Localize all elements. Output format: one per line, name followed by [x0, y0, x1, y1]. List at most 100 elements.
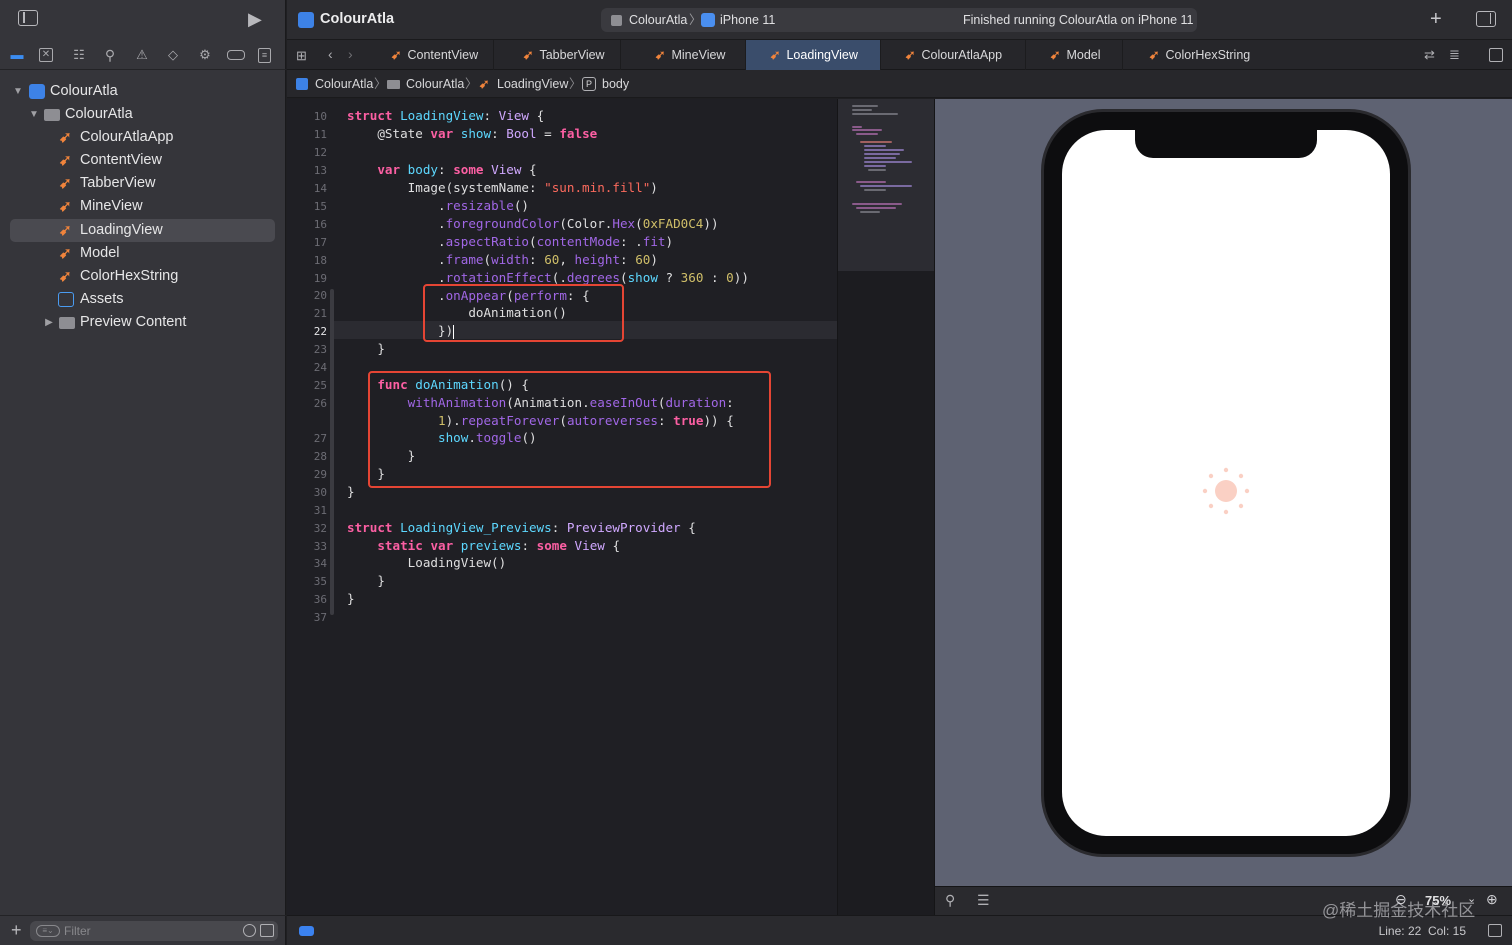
- breadcrumb-file[interactable]: LoadingView: [497, 70, 568, 98]
- grid-icon[interactable]: ⊞: [296, 48, 307, 64]
- filter-field[interactable]: ≡⌄ Filter: [30, 921, 278, 941]
- run-icon[interactable]: ▶: [248, 9, 262, 29]
- tab-colorhexstring[interactable]: ➹ ColorHexString: [1123, 40, 1273, 70]
- source-control-filter-icon[interactable]: [260, 924, 274, 937]
- library-add-button[interactable]: +: [1430, 8, 1442, 31]
- tree-item-file[interactable]: ➹ ContentView: [10, 149, 275, 172]
- sidebar-toolbar: ▶: [0, 0, 286, 40]
- tab-mineview[interactable]: ➹ MineView: [621, 40, 746, 70]
- line-number: 18: [313, 254, 327, 267]
- breakpoint-navigator-icon[interactable]: [227, 50, 245, 60]
- chevron-down-icon[interactable]: ▼: [28, 103, 40, 126]
- debug-area-toggle-icon[interactable]: [299, 926, 314, 936]
- swift-file-icon: ➹: [655, 48, 666, 62]
- line-number: 26: [313, 397, 327, 410]
- line-number: 31: [313, 504, 327, 517]
- line-number: 36: [313, 593, 327, 606]
- tree-item-folder[interactable]: ▶ Preview Content: [10, 311, 275, 334]
- swift-file-icon: ➹: [523, 48, 534, 62]
- breadcrumb-group[interactable]: ColourAtla: [406, 70, 464, 98]
- filter-options-icon[interactable]: ≡⌄: [36, 925, 60, 937]
- minimap[interactable]: [837, 99, 934, 915]
- run-destination[interactable]: iPhone 11: [720, 8, 775, 32]
- swap-icon[interactable]: ⇄: [1424, 47, 1435, 63]
- symbol-navigator-icon[interactable]: ☷: [70, 46, 88, 64]
- find-navigator-icon[interactable]: ⚲: [101, 46, 119, 64]
- toggle-navigator-icon[interactable]: [18, 10, 38, 26]
- toggle-inspector-icon[interactable]: [1476, 11, 1496, 27]
- line-indicator: Line: 22: [1378, 924, 1422, 938]
- forward-icon[interactable]: ›: [348, 46, 353, 62]
- tree-item-file[interactable]: ➹ TabberView: [10, 172, 275, 195]
- line-number: 23: [313, 343, 327, 356]
- preview-settings-icon[interactable]: ☰: [977, 892, 990, 909]
- xcode-project-icon: [298, 12, 314, 28]
- xcode-project-icon: [296, 78, 308, 90]
- tree-item-file-selected[interactable]: ➹ LoadingView: [10, 219, 275, 242]
- pin-icon[interactable]: ⚲: [945, 892, 955, 909]
- toggle-debug-area-icon[interactable]: [1488, 924, 1502, 937]
- tree-item-project[interactable]: ▼ ColourAtla: [10, 80, 275, 103]
- zoom-in-icon[interactable]: ⊕: [1486, 891, 1498, 908]
- tree-item-file[interactable]: ➹ Model: [10, 242, 275, 265]
- swift-file-icon: ➹: [1050, 48, 1061, 62]
- filter-placeholder: Filter: [64, 924, 91, 938]
- tree-item-file[interactable]: Assets: [10, 288, 275, 311]
- simulator-icon: [701, 13, 715, 27]
- device-screen[interactable]: [1062, 130, 1390, 836]
- tab-label: LoadingView: [786, 48, 858, 62]
- tab-loadingview[interactable]: ➹ LoadingView: [746, 40, 881, 70]
- code-line: .frame(width: 60, height: 60): [347, 252, 658, 267]
- tab-contentview[interactable]: ➹ ContentView: [367, 40, 494, 70]
- chevron-right-icon: 〉: [569, 77, 582, 91]
- code-folding-ribbon[interactable]: [330, 289, 334, 615]
- highlight-box-doanimation: [368, 371, 771, 488]
- recent-files-icon[interactable]: [243, 924, 256, 937]
- swiftui-preview-canvas[interactable]: [934, 99, 1512, 886]
- folder-icon: [59, 317, 75, 329]
- project-navigator-icon[interactable]: ▬: [8, 46, 26, 64]
- chevron-right-icon: 〉: [374, 77, 387, 91]
- property-badge: P: [582, 77, 596, 91]
- report-navigator-icon[interactable]: ≡: [258, 48, 271, 63]
- line-number: 37: [313, 611, 327, 624]
- jump-bar: ColourAtla 〉 ColourAtla 〉 ➹ LoadingView …: [287, 70, 1512, 98]
- editor-options-icon[interactable]: ≣: [1449, 47, 1460, 63]
- chevron-right-icon[interactable]: ▶: [43, 311, 55, 334]
- source-editor[interactable]: 10 11 12 13 14 15 16 17 18 19 20 21 22 2…: [287, 99, 837, 915]
- tab-label: ColourAtlaApp: [921, 48, 1003, 62]
- test-navigator-icon[interactable]: ◇: [164, 46, 182, 64]
- swift-file-icon: ➹: [479, 77, 490, 91]
- tree-item-group[interactable]: ▼ ColourAtla: [10, 103, 275, 126]
- tree-item-label: Model: [80, 245, 120, 261]
- swift-file-icon: ➹: [1149, 48, 1160, 62]
- tab-colouratlaapp[interactable]: ➹ ColourAtlaApp: [881, 40, 1026, 70]
- tree-item-label: Preview Content: [80, 314, 187, 330]
- line-number: 14: [313, 182, 327, 195]
- source-control-navigator-icon[interactable]: ✕: [39, 48, 53, 62]
- tree-item-file[interactable]: ➹ ColourAtlaApp: [10, 126, 275, 149]
- back-icon[interactable]: ‹: [328, 46, 333, 62]
- chevron-down-icon[interactable]: ▼: [12, 80, 24, 103]
- split-editor-icon[interactable]: [1489, 48, 1503, 62]
- breadcrumb-project[interactable]: ColourAtla: [315, 70, 373, 98]
- scheme-icon: [611, 15, 622, 26]
- tree-item-file[interactable]: ➹ MineView: [10, 195, 275, 218]
- line-number: 35: [313, 575, 327, 588]
- swift-file-icon: ➹: [59, 222, 72, 239]
- tree-item-file[interactable]: ➹ ColorHexString: [10, 265, 275, 288]
- scheme-name[interactable]: ColourAtla: [629, 8, 687, 32]
- breadcrumb-symbol[interactable]: body: [602, 70, 629, 98]
- tab-tabberview[interactable]: ➹ TabberView: [494, 40, 621, 70]
- line-number: 25: [313, 379, 327, 392]
- swift-file-icon: ➹: [59, 129, 72, 146]
- tree-item-label: ColourAtla: [65, 106, 133, 122]
- tab-model[interactable]: ➹ Model: [1026, 40, 1123, 70]
- issue-navigator-icon[interactable]: ⚠: [133, 46, 151, 64]
- tree-item-label: MineView: [80, 198, 143, 214]
- add-icon[interactable]: +: [11, 920, 22, 940]
- window-toolbar: ColourAtla ColourAtla 〉 iPhone 11 Finish…: [287, 0, 1512, 40]
- code-line: }: [347, 341, 385, 356]
- debug-navigator-icon[interactable]: ⚙: [196, 46, 214, 64]
- code-line: struct LoadingView_Previews: PreviewProv…: [347, 520, 696, 535]
